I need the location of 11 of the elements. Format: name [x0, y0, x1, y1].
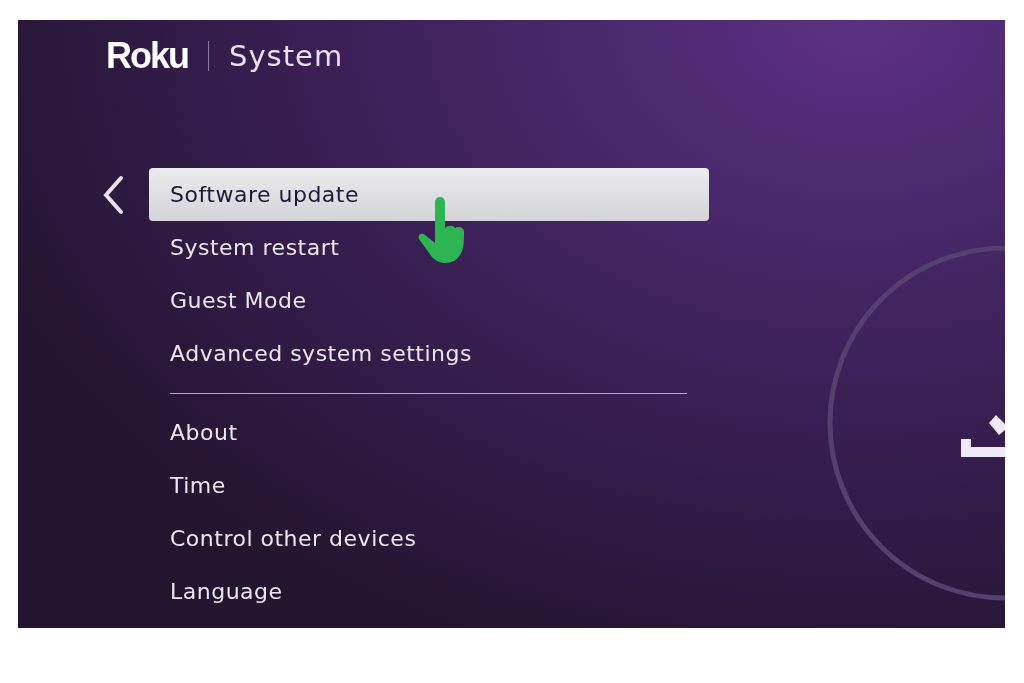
menu-item[interactable]: About — [149, 406, 709, 459]
menu-item[interactable]: Advanced system settings — [149, 327, 709, 380]
menu-item[interactable]: System restart — [149, 221, 709, 274]
back-chevron-icon[interactable] — [102, 175, 124, 215]
menu-item[interactable]: Control other devices — [149, 512, 709, 565]
menu-item[interactable]: Guest Mode — [149, 274, 709, 327]
roku-logo: Roku — [106, 35, 188, 77]
menu-item[interactable]: Language — [149, 565, 709, 618]
menu-item[interactable]: Time — [149, 459, 709, 512]
menu-item[interactable]: Software update — [149, 168, 709, 221]
page-title: System — [229, 39, 344, 73]
